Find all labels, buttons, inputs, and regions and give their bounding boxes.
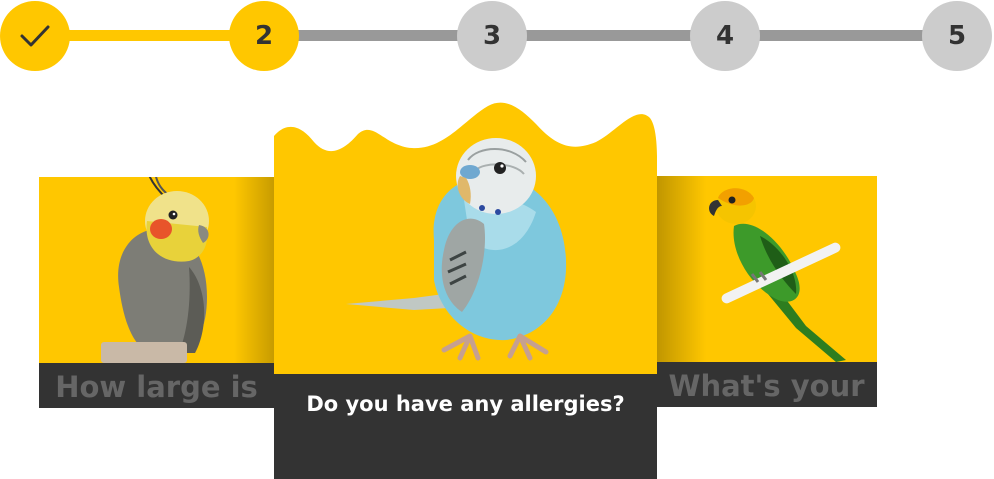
question-card-next[interactable]: What's your — [656, 176, 877, 407]
card-caption: What's your — [656, 362, 877, 407]
card-image-area — [39, 177, 274, 363]
check-icon — [20, 25, 50, 47]
step-connector-todo — [265, 30, 957, 41]
budgerigar-image — [346, 138, 567, 361]
step-1-completed[interactable] — [0, 1, 70, 71]
step-4[interactable]: 4 — [690, 1, 760, 71]
step-5[interactable]: 5 — [922, 1, 992, 71]
question-card-previous[interactable]: How large is — [39, 177, 274, 408]
card-shadow — [234, 177, 274, 363]
card-caption: Do you have any allergies? — [274, 374, 657, 479]
card-image-area — [656, 176, 877, 362]
step-3[interactable]: 3 — [457, 1, 527, 71]
card-caption: How large is — [39, 363, 274, 408]
question-card-current[interactable]: Do you have any allergies? — [274, 100, 657, 479]
step-2-active[interactable]: 2 — [229, 1, 299, 71]
progress-stepper: 2 3 4 5 — [0, 0, 994, 72]
card-shadow — [656, 176, 706, 362]
